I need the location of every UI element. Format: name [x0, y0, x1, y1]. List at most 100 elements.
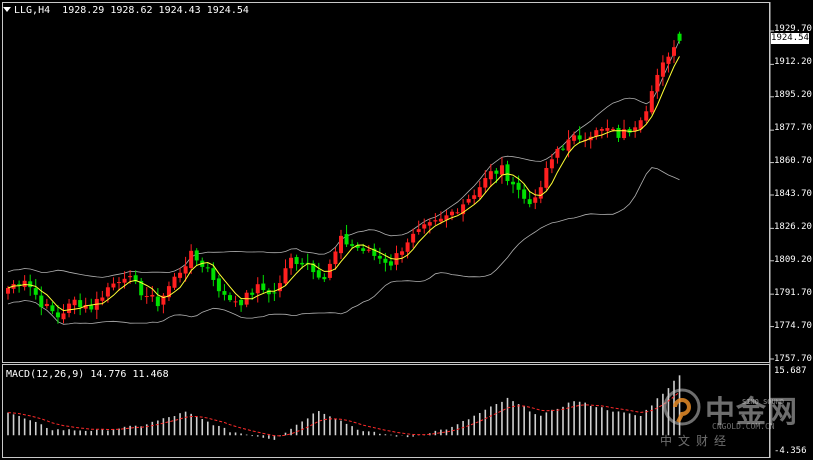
candle-body	[488, 171, 493, 180]
price-tick-label: 1877.70	[774, 123, 812, 133]
candle-body	[400, 251, 405, 255]
candle-body	[610, 128, 615, 130]
candle-body	[322, 277, 327, 280]
dropdown-triangle-icon[interactable]	[3, 7, 11, 12]
candle-body	[6, 287, 10, 294]
watermark-brand: SINO SOUND	[742, 398, 785, 406]
watermark-url: CNGOLD.COM.CN	[712, 422, 775, 431]
candle-body	[450, 211, 454, 216]
candle-body	[233, 301, 238, 303]
high-price: 1928.62	[110, 5, 153, 16]
candle-body	[383, 258, 388, 263]
candle-body	[616, 128, 621, 138]
candle-body	[499, 165, 504, 175]
macd-axis-top: 15.687	[774, 366, 807, 376]
price-tick-label: 1774.70	[774, 321, 812, 331]
candle-body	[50, 305, 55, 312]
candle-body	[411, 233, 416, 243]
candle-body	[228, 295, 232, 301]
candle-body	[555, 148, 560, 158]
current-price-label: 1924.54	[771, 33, 809, 44]
candle-body	[144, 296, 149, 298]
candle-body	[316, 270, 321, 278]
candle-body	[538, 187, 543, 199]
macd-main-value: 14.776	[90, 369, 127, 380]
candle-body	[577, 135, 582, 140]
candle-body	[572, 135, 577, 141]
candle-body	[677, 33, 682, 41]
candle-body	[366, 249, 371, 251]
candle-body	[289, 257, 294, 269]
candle-body	[78, 300, 83, 308]
candle-body	[61, 313, 66, 320]
candle-body	[388, 261, 393, 266]
candle-body	[55, 312, 60, 318]
candle-body	[649, 91, 654, 113]
candle-body	[155, 296, 160, 307]
price-tick-label: 1826.20	[774, 222, 812, 232]
candle-body	[250, 292, 255, 295]
candle-body	[178, 272, 183, 278]
candle-body	[505, 164, 510, 182]
candle-body	[183, 266, 188, 274]
candle-body	[255, 284, 260, 294]
candle-body	[189, 250, 194, 269]
candle-body	[33, 288, 38, 295]
candle-body	[122, 278, 127, 283]
candle-body	[111, 283, 116, 288]
candle-body	[194, 250, 199, 261]
price-tick-label: 1757.70	[774, 354, 812, 364]
candle-body	[344, 234, 349, 245]
candle-body	[283, 268, 288, 284]
candle-body	[416, 229, 421, 232]
candle-body	[477, 187, 482, 198]
price-tick-label: 1860.70	[774, 156, 812, 166]
candle-body	[361, 248, 366, 251]
candle-body	[150, 294, 155, 297]
candle-body	[105, 287, 110, 297]
candle-body	[483, 178, 488, 188]
candle-body	[655, 74, 660, 92]
candle-body	[566, 139, 571, 151]
candle-body	[511, 181, 516, 185]
candle-body	[128, 276, 133, 278]
symbol-label: LLG,H4	[14, 5, 51, 16]
candle-body	[438, 218, 443, 222]
candle-body	[350, 244, 355, 246]
candle-body	[216, 278, 221, 292]
candle-body	[222, 291, 227, 295]
price-tick-label: 1843.70	[774, 189, 812, 199]
price-tick-label: 1791.70	[774, 288, 812, 298]
close-price: 1924.54	[206, 5, 249, 16]
candle-body	[211, 268, 216, 280]
candle-body	[294, 257, 299, 265]
price-tick-label: 1912.20	[774, 57, 812, 67]
candle-body	[300, 262, 305, 265]
candle-body	[533, 197, 538, 203]
candle-body	[455, 212, 460, 214]
candle-body	[433, 220, 438, 222]
candle-body	[466, 198, 471, 203]
macd-label: MACD(12,26,9)	[6, 369, 85, 380]
candle-body	[72, 299, 77, 306]
candle-body	[494, 170, 499, 174]
candle-body	[28, 281, 33, 288]
candle-body	[67, 303, 72, 313]
candle-body	[22, 280, 27, 287]
price-tick-label: 1809.20	[774, 255, 812, 265]
candle-body	[172, 276, 177, 288]
candle-body	[549, 159, 554, 169]
candle-body	[516, 182, 521, 190]
candle-body	[422, 224, 427, 229]
macd-header: MACD(12,26,9) 14.776 11.468	[6, 369, 169, 380]
candle-body	[544, 167, 549, 188]
candle-body	[117, 282, 121, 284]
candle-body	[644, 111, 649, 121]
candle-body	[605, 128, 610, 131]
price-tick-label: 1895.20	[774, 90, 812, 100]
candle-body	[472, 195, 477, 199]
candle-body	[261, 283, 266, 291]
candle-body	[660, 62, 665, 77]
candle-body	[377, 255, 382, 259]
candle-body	[672, 47, 676, 56]
